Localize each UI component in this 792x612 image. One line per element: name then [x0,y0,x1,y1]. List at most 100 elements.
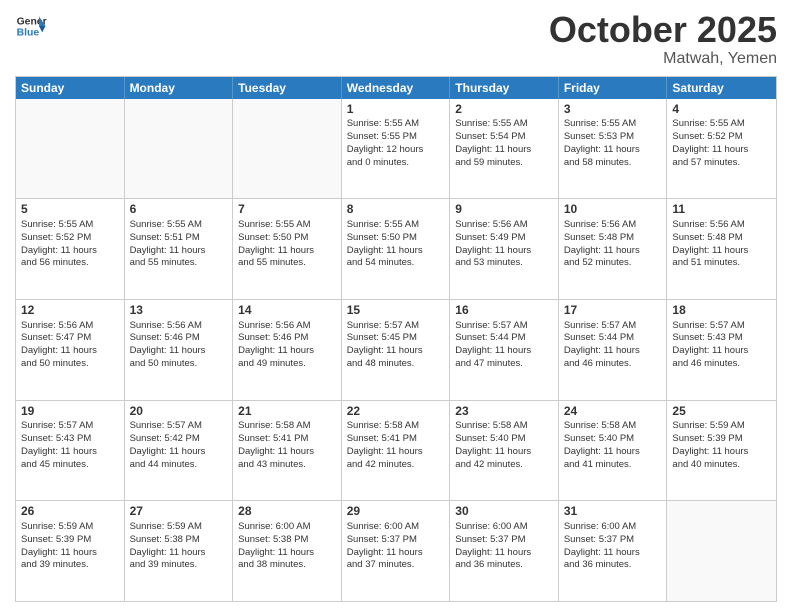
day-number: 2 [455,102,553,118]
day-info: Sunrise: 6:00 AMSunset: 5:38 PMDaylight:… [238,521,336,572]
day-info: Sunrise: 6:00 AMSunset: 5:37 PMDaylight:… [564,521,662,572]
day-info: Sunrise: 5:57 AMSunset: 5:43 PMDaylight:… [21,420,119,471]
day-number: 27 [130,504,228,520]
day-number: 29 [347,504,445,520]
day-number: 26 [21,504,119,520]
day-cell-16: 16Sunrise: 5:57 AMSunset: 5:44 PMDayligh… [450,300,559,400]
day-cell-20: 20Sunrise: 5:57 AMSunset: 5:42 PMDayligh… [125,401,234,501]
day-number: 17 [564,303,662,319]
day-cell-4: 4Sunrise: 5:55 AMSunset: 5:52 PMDaylight… [667,99,776,199]
day-info: Sunrise: 6:00 AMSunset: 5:37 PMDaylight:… [347,521,445,572]
day-number: 21 [238,404,336,420]
day-number: 12 [21,303,119,319]
day-cell-1: 1Sunrise: 5:55 AMSunset: 5:55 PMDaylight… [342,99,451,199]
day-cell-9: 9Sunrise: 5:56 AMSunset: 5:49 PMDaylight… [450,199,559,299]
page: General Blue October 2025 Matwah, Yemen … [0,0,792,612]
empty-cell [233,99,342,199]
calendar-row-2: 12Sunrise: 5:56 AMSunset: 5:47 PMDayligh… [16,299,776,400]
day-cell-30: 30Sunrise: 6:00 AMSunset: 5:37 PMDayligh… [450,501,559,601]
calendar: SundayMondayTuesdayWednesdayThursdayFrid… [15,76,777,602]
day-cell-21: 21Sunrise: 5:58 AMSunset: 5:41 PMDayligh… [233,401,342,501]
location: Matwah, Yemen [549,50,777,68]
calendar-row-4: 26Sunrise: 5:59 AMSunset: 5:39 PMDayligh… [16,500,776,601]
day-cell-14: 14Sunrise: 5:56 AMSunset: 5:46 PMDayligh… [233,300,342,400]
day-number: 28 [238,504,336,520]
header-day-monday: Monday [125,77,234,99]
day-cell-19: 19Sunrise: 5:57 AMSunset: 5:43 PMDayligh… [16,401,125,501]
day-info: Sunrise: 5:58 AMSunset: 5:40 PMDaylight:… [455,420,553,471]
day-number: 20 [130,404,228,420]
day-info: Sunrise: 5:56 AMSunset: 5:46 PMDaylight:… [238,320,336,371]
day-cell-6: 6Sunrise: 5:55 AMSunset: 5:51 PMDaylight… [125,199,234,299]
day-info: Sunrise: 5:58 AMSunset: 5:41 PMDaylight:… [238,420,336,471]
day-cell-5: 5Sunrise: 5:55 AMSunset: 5:52 PMDaylight… [16,199,125,299]
day-info: Sunrise: 5:55 AMSunset: 5:50 PMDaylight:… [238,219,336,270]
header-day-saturday: Saturday [667,77,776,99]
day-cell-22: 22Sunrise: 5:58 AMSunset: 5:41 PMDayligh… [342,401,451,501]
day-number: 24 [564,404,662,420]
day-info: Sunrise: 5:56 AMSunset: 5:49 PMDaylight:… [455,219,553,270]
svg-text:Blue: Blue [17,28,40,39]
calendar-header: SundayMondayTuesdayWednesdayThursdayFrid… [16,77,776,99]
day-info: Sunrise: 5:57 AMSunset: 5:44 PMDaylight:… [564,320,662,371]
day-number: 9 [455,202,553,218]
day-cell-7: 7Sunrise: 5:55 AMSunset: 5:50 PMDaylight… [233,199,342,299]
day-info: Sunrise: 5:55 AMSunset: 5:53 PMDaylight:… [564,118,662,169]
header-day-thursday: Thursday [450,77,559,99]
day-info: Sunrise: 5:55 AMSunset: 5:50 PMDaylight:… [347,219,445,270]
day-info: Sunrise: 5:59 AMSunset: 5:38 PMDaylight:… [130,521,228,572]
day-info: Sunrise: 5:58 AMSunset: 5:40 PMDaylight:… [564,420,662,471]
day-number: 18 [672,303,771,319]
header-day-wednesday: Wednesday [342,77,451,99]
day-info: Sunrise: 5:55 AMSunset: 5:52 PMDaylight:… [672,118,771,169]
day-info: Sunrise: 5:55 AMSunset: 5:51 PMDaylight:… [130,219,228,270]
day-cell-2: 2Sunrise: 5:55 AMSunset: 5:54 PMDaylight… [450,99,559,199]
header-day-tuesday: Tuesday [233,77,342,99]
day-info: Sunrise: 6:00 AMSunset: 5:37 PMDaylight:… [455,521,553,572]
logo: General Blue [15,10,47,42]
day-cell-28: 28Sunrise: 6:00 AMSunset: 5:38 PMDayligh… [233,501,342,601]
day-number: 3 [564,102,662,118]
header-day-friday: Friday [559,77,668,99]
day-info: Sunrise: 5:57 AMSunset: 5:45 PMDaylight:… [347,320,445,371]
day-cell-11: 11Sunrise: 5:56 AMSunset: 5:48 PMDayligh… [667,199,776,299]
header: General Blue October 2025 Matwah, Yemen [15,10,777,68]
logo-icon: General Blue [15,10,47,42]
day-cell-10: 10Sunrise: 5:56 AMSunset: 5:48 PMDayligh… [559,199,668,299]
day-number: 10 [564,202,662,218]
day-cell-23: 23Sunrise: 5:58 AMSunset: 5:40 PMDayligh… [450,401,559,501]
day-info: Sunrise: 5:56 AMSunset: 5:48 PMDaylight:… [672,219,771,270]
day-cell-13: 13Sunrise: 5:56 AMSunset: 5:46 PMDayligh… [125,300,234,400]
day-number: 23 [455,404,553,420]
empty-cell [667,501,776,601]
day-number: 14 [238,303,336,319]
day-info: Sunrise: 5:56 AMSunset: 5:48 PMDaylight:… [564,219,662,270]
calendar-row-1: 5Sunrise: 5:55 AMSunset: 5:52 PMDaylight… [16,198,776,299]
day-number: 15 [347,303,445,319]
day-cell-31: 31Sunrise: 6:00 AMSunset: 5:37 PMDayligh… [559,501,668,601]
day-number: 25 [672,404,771,420]
empty-cell [125,99,234,199]
calendar-body: 1Sunrise: 5:55 AMSunset: 5:55 PMDaylight… [16,99,776,601]
day-cell-17: 17Sunrise: 5:57 AMSunset: 5:44 PMDayligh… [559,300,668,400]
day-cell-8: 8Sunrise: 5:55 AMSunset: 5:50 PMDaylight… [342,199,451,299]
day-info: Sunrise: 5:57 AMSunset: 5:43 PMDaylight:… [672,320,771,371]
day-info: Sunrise: 5:57 AMSunset: 5:44 PMDaylight:… [455,320,553,371]
empty-cell [16,99,125,199]
day-info: Sunrise: 5:56 AMSunset: 5:46 PMDaylight:… [130,320,228,371]
day-cell-26: 26Sunrise: 5:59 AMSunset: 5:39 PMDayligh… [16,501,125,601]
day-cell-27: 27Sunrise: 5:59 AMSunset: 5:38 PMDayligh… [125,501,234,601]
day-cell-25: 25Sunrise: 5:59 AMSunset: 5:39 PMDayligh… [667,401,776,501]
day-info: Sunrise: 5:55 AMSunset: 5:54 PMDaylight:… [455,118,553,169]
day-info: Sunrise: 5:58 AMSunset: 5:41 PMDaylight:… [347,420,445,471]
day-number: 11 [672,202,771,218]
day-cell-24: 24Sunrise: 5:58 AMSunset: 5:40 PMDayligh… [559,401,668,501]
day-number: 13 [130,303,228,319]
day-number: 5 [21,202,119,218]
day-number: 22 [347,404,445,420]
calendar-row-0: 1Sunrise: 5:55 AMSunset: 5:55 PMDaylight… [16,99,776,199]
day-number: 16 [455,303,553,319]
day-info: Sunrise: 5:56 AMSunset: 5:47 PMDaylight:… [21,320,119,371]
day-cell-3: 3Sunrise: 5:55 AMSunset: 5:53 PMDaylight… [559,99,668,199]
day-info: Sunrise: 5:59 AMSunset: 5:39 PMDaylight:… [21,521,119,572]
